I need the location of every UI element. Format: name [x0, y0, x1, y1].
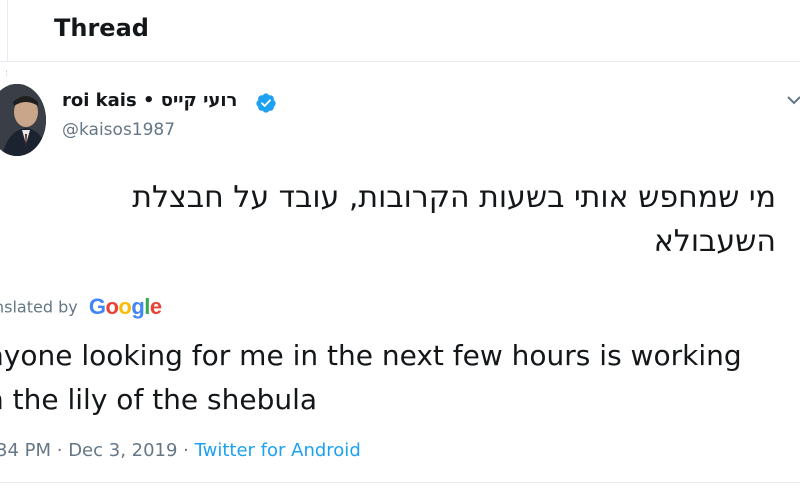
divider	[0, 482, 800, 483]
chevron-down-icon[interactable]	[786, 92, 800, 108]
verified-badge-icon	[256, 93, 276, 113]
tweet-text-line-1: מי שמחפש אותי בשעות הקרובות, עובד על חבצ…	[132, 180, 776, 215]
translated-text: nyone looking for me in the next few hou…	[0, 339, 742, 416]
tweet-source-link[interactable]: Twitter for Android	[195, 440, 361, 461]
translated-by-label: nslated by	[0, 297, 78, 317]
meta-separator: ·	[177, 440, 195, 461]
left-border	[7, 0, 8, 62]
tweet-meta: 34 PM · Dec 3, 2019 · Twitter for Androi…	[0, 440, 361, 461]
tweet-text: מי שמחפש אותי בשעות הקרובות, עובד על חבצ…	[16, 176, 776, 264]
tweet-text-line-2: השעבולא	[653, 224, 776, 259]
thread-header: Thread	[0, 0, 800, 62]
avatar-image	[0, 84, 46, 156]
translated-by: nslated by Google	[0, 294, 162, 319]
tweet-date[interactable]: Dec 3, 2019	[68, 440, 177, 461]
meta-separator: ·	[51, 440, 69, 461]
author-name[interactable]: roi kais • רועי קייס	[62, 90, 237, 111]
avatar[interactable]	[0, 84, 46, 156]
thread-connector-line	[6, 70, 11, 76]
tweet-time[interactable]: 34 PM	[0, 440, 51, 461]
page-title: Thread	[54, 14, 149, 42]
author-handle[interactable]: @kaisos1987	[62, 120, 175, 140]
google-logo[interactable]: Google	[89, 294, 162, 319]
